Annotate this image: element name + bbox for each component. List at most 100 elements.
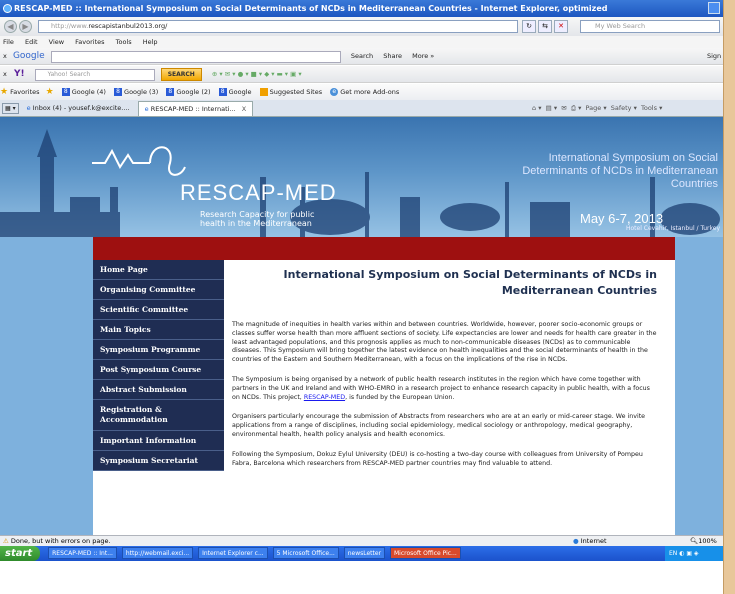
google-icon: 8	[114, 88, 123, 96]
menu-help[interactable]: Help	[143, 38, 158, 46]
google-logo: Google	[12, 51, 45, 61]
window-edge	[723, 0, 735, 594]
event-date: May 6-7, 2013	[580, 211, 664, 226]
fav-get-addons[interactable]: Get more Add-ons	[340, 88, 399, 96]
address-toolbar: ◀ ▶ http://www.rescapistanbul2013.org/ ↻…	[0, 17, 723, 36]
status-bar: ⚠ Done, but with errors on page. ● Inter…	[0, 535, 723, 546]
stop-icon[interactable]: ✕	[554, 20, 568, 33]
menu-edit[interactable]: Edit	[25, 38, 38, 46]
more-button[interactable]: More »	[412, 48, 434, 65]
minimize-button[interactable]	[708, 2, 720, 14]
yahoo-search-input[interactable]: Yahoo! Search	[34, 68, 155, 81]
tools-menu[interactable]: Tools	[641, 104, 657, 112]
favorites-label[interactable]: Favorites	[10, 88, 39, 96]
desktop-area	[0, 561, 723, 594]
ie-logo-icon	[3, 4, 12, 13]
refresh-icon[interactable]: ↻	[522, 20, 536, 33]
add-favorite-icon[interactable]: ★	[46, 87, 54, 97]
sidebar-item-post-symposium-course[interactable]: Post Symposium Course	[93, 360, 224, 380]
tab-label: RESCAP-MED :: Internati...	[150, 105, 236, 113]
security-zone: ● Internet	[573, 536, 607, 546]
share-button[interactable]: Share	[383, 48, 402, 65]
sidebar-item-programme[interactable]: Symposium Programme	[93, 340, 224, 360]
paragraph-organisers: The Symposium is being organised by a ne…	[232, 376, 657, 402]
safety-menu[interactable]: Safety	[611, 104, 632, 112]
sidebar-nav: Home Page Organising Committee Scientifi…	[93, 260, 224, 471]
back-icon[interactable]: ◀	[4, 20, 17, 33]
fav-google-3[interactable]: Google (3)	[124, 88, 158, 96]
sidebar-item-abstract-submission[interactable]: Abstract Submission	[93, 380, 224, 400]
paragraph-text: , is funded by the European Union.	[345, 393, 455, 401]
menu-view[interactable]: View	[49, 38, 64, 46]
fav-google-2[interactable]: Google (2)	[176, 88, 210, 96]
taskbar-item-office-picture[interactable]: Microsoft Office Pic...	[389, 547, 461, 559]
zone-label: Internet	[580, 537, 607, 545]
menu-favorites[interactable]: Favorites	[75, 38, 104, 46]
sidebar-item-scientific-committee[interactable]: Scientific Committee	[93, 300, 224, 320]
feeds-icon[interactable]: ▤ ▾	[546, 104, 557, 112]
tab-rescap[interactable]: e RESCAP-MED :: Internati... X	[137, 101, 254, 116]
fav-google-4[interactable]: Google (4)	[72, 88, 106, 96]
sign-in-link[interactable]: Sign I	[707, 48, 723, 65]
ie-icon: e	[144, 105, 149, 113]
ie-icon: e	[26, 104, 31, 112]
favorites-star-icon[interactable]: ★	[0, 87, 8, 97]
compat-icon[interactable]: ⇆	[538, 20, 552, 33]
ie-icon: e	[330, 88, 339, 96]
fav-suggested-sites[interactable]: Suggested Sites	[270, 88, 323, 96]
taskbar-item-rescap[interactable]: RESCAP-MED :: Int...	[48, 547, 117, 559]
sidebar-item-main-topics[interactable]: Main Topics	[93, 320, 224, 340]
menu-file[interactable]: File	[3, 38, 14, 46]
toolbar-icons[interactable]: ⊕ ▾ ✉ ▾ ● ▾ ■ ▾ ◆ ▾ ▬ ▾ ▣ ▾	[212, 66, 302, 83]
taskbar-item-office[interactable]: 5 Microsoft Office...	[272, 547, 339, 559]
rescap-logo[interactable]: RESCAP-MED	[180, 180, 337, 206]
system-tray: EN ◐ ▣ ◈	[665, 546, 723, 561]
home-icon[interactable]: ⌂ ▾	[532, 104, 541, 112]
zoom-control[interactable]: 🔍︎100%	[690, 536, 717, 546]
sidebar-item-home[interactable]: Home Page	[93, 260, 224, 280]
taskbar-item-newsletter[interactable]: newsLetter	[343, 547, 386, 559]
paragraph-abstracts: Organisers particularly encourage the su…	[232, 413, 646, 438]
favorites-bar: ★ Favorites ★ 8 Google (4) 8 Google (3) 8G…	[0, 84, 723, 100]
forward-icon[interactable]: ▶	[19, 20, 32, 33]
close-icon[interactable]: x	[3, 66, 7, 83]
yahoo-toolbar: x Y! Yahoo! Search SEARCH ⊕ ▾ ✉ ▾ ● ▾ ■ …	[0, 66, 723, 83]
sidebar-item-organising-committee[interactable]: Organising Committee	[93, 280, 224, 300]
sidebar-item-registration[interactable]: Registration & Accommodation	[93, 400, 224, 431]
globe-icon: ●	[573, 537, 579, 545]
url-prefix: http://www.	[51, 22, 89, 30]
address-input[interactable]: http://www.rescapistanbul2013.org/	[38, 20, 518, 33]
paragraph-intro: The magnitude of inequities in health va…	[232, 321, 657, 364]
google-toolbar: x Google Search Share More » Sign I	[0, 48, 723, 65]
warning-icon[interactable]: ⚠	[3, 537, 9, 545]
taskbar-item-webmail[interactable]: http://webmail.exci...	[121, 547, 194, 559]
sidebar-item-important-information[interactable]: Important Information	[93, 431, 224, 451]
web-search-input[interactable]: My Web Search	[580, 20, 720, 33]
close-icon[interactable]: x	[3, 48, 7, 65]
main-article: International Symposium on Social Determ…	[232, 267, 657, 468]
print-icon[interactable]: ⎙ ▾	[571, 104, 582, 112]
mail-icon[interactable]: ✉	[561, 104, 566, 112]
google-search-input[interactable]	[50, 50, 341, 63]
rescap-med-link[interactable]: RESCAP-MED	[304, 394, 345, 401]
page-menu[interactable]: Page	[586, 104, 602, 112]
menu-bar: File Edit View Favorites Tools Help	[0, 36, 723, 48]
tray-icons[interactable]: ◐ ▣ ◈	[679, 550, 698, 557]
taskbar-item-ie[interactable]: Internet Explorer c...	[198, 547, 268, 559]
google-search-button[interactable]: Search	[351, 48, 373, 65]
fav-google[interactable]: Google	[229, 88, 252, 96]
taskbar: start RESCAP-MED :: Int... http://webmai…	[0, 546, 723, 561]
menu-tools[interactable]: Tools	[116, 38, 132, 46]
tab-inbox[interactable]: e Inbox (4) - yousef.k@excite....	[21, 101, 136, 116]
start-button[interactable]: start	[0, 546, 41, 561]
header-red-bar	[93, 237, 675, 260]
suggested-sites-icon	[259, 88, 268, 96]
tab-bar: ▦ ▾ e Inbox (4) - yousef.k@excite.... e …	[0, 100, 723, 117]
command-bar: ⌂ ▾ ▤ ▾ ✉ ⎙ ▾ Page ▾ Safety ▾ Tools ▾	[532, 104, 663, 112]
sidebar-item-secretariat[interactable]: Symposium Secretariat	[93, 451, 224, 471]
close-tab-icon[interactable]: X	[242, 105, 246, 113]
language-indicator[interactable]: EN	[669, 550, 677, 557]
yahoo-search-button[interactable]: SEARCH	[160, 68, 202, 81]
logo-subtitle: Research Capacity for public health in t…	[200, 210, 315, 228]
quick-tabs-icon[interactable]: ▦ ▾	[2, 102, 19, 114]
